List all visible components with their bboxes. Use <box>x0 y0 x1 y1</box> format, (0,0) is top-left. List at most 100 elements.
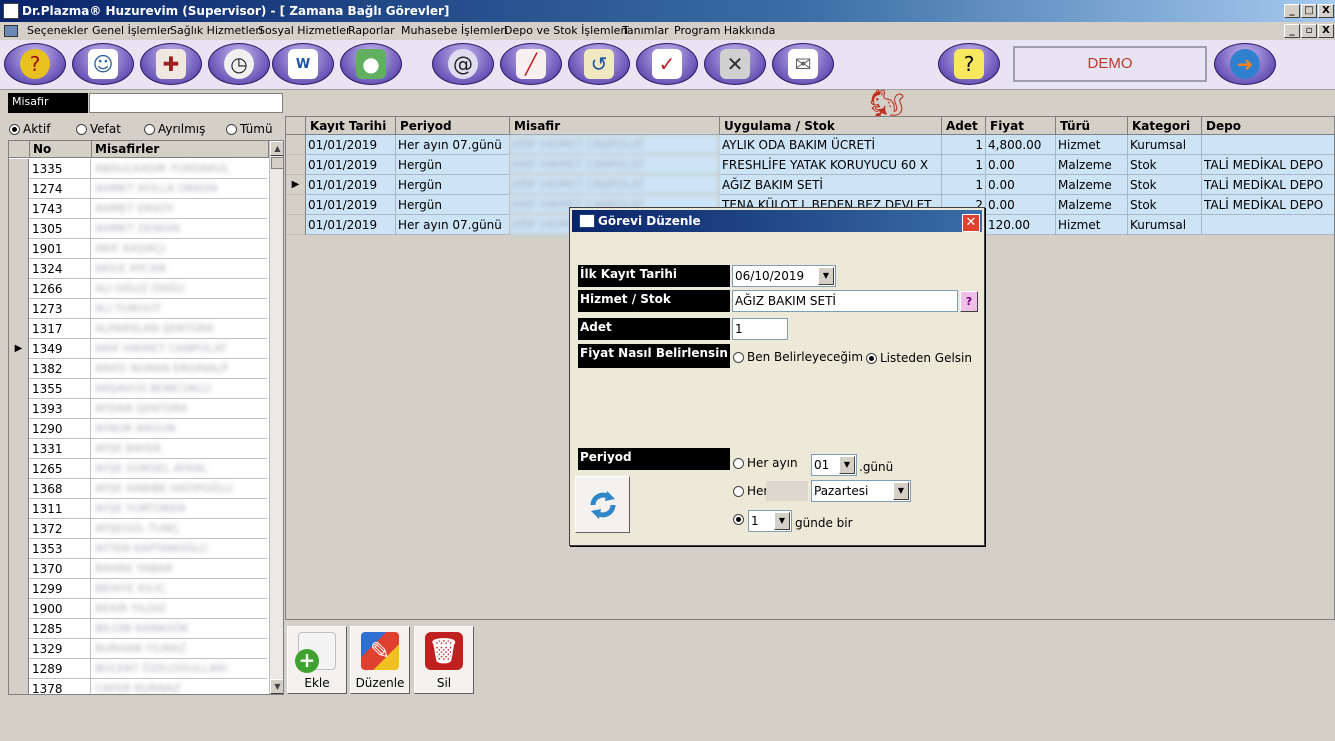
guest-row[interactable]: 1331 AYŞE BAYER <box>9 439 267 459</box>
item-field[interactable]: AĞIZ BAKIM SETİ <box>732 290 958 312</box>
menu-raporlar[interactable]: Raporlar <box>348 22 395 40</box>
chevron-down-icon[interactable]: ▼ <box>893 482 909 500</box>
guest-row[interactable]: 1273 ALI TURGUT <box>9 299 267 319</box>
doctors-button[interactable]: ☺ <box>72 43 134 85</box>
guest-row[interactable]: 1311 AYŞE YURTOREN <box>9 499 267 519</box>
column-header-turu[interactable]: Türü <box>1056 117 1128 135</box>
guest-row[interactable]: 1329 BURHAN YILMAZ <box>9 639 267 659</box>
filter-aktif[interactable]: Aktif <box>9 122 50 136</box>
price-option-manual[interactable]: Ben Belirleyeceğim <box>733 350 863 364</box>
menu-saglik-hizmetleri[interactable]: Sağlık Hizmetleri <box>170 22 263 40</box>
guest-row[interactable]: 1378 CAFER KURNAZ <box>9 679 267 694</box>
delete-button[interactable]: 🗑 Sil <box>414 626 474 694</box>
tools-button[interactable]: ✕ <box>704 43 766 85</box>
column-header-misafir[interactable]: Misafir <box>510 117 720 135</box>
guest-row[interactable]: 1382 ARIFE NURAN ERGINALP <box>9 359 267 379</box>
menu-muhasebe-islemleri[interactable]: Muhasebe İşlemleri <box>401 22 508 40</box>
help-head-button[interactable]: ? <box>4 43 66 85</box>
guest-row[interactable]: 1289 BÜLENT ÖZELOĞULLARI <box>9 659 267 679</box>
menu-depo-stok-islemleri[interactable]: Depo ve Stok İşlemleri <box>504 22 628 40</box>
period-interval-option[interactable] <box>733 514 744 525</box>
chevron-down-icon[interactable]: ▼ <box>774 512 790 530</box>
child-minimize-button[interactable]: _ <box>1284 24 1300 38</box>
chevron-down-icon[interactable]: ▼ <box>839 456 855 474</box>
maximize-button[interactable]: □ <box>1301 4 1317 18</box>
dialog-close-icon[interactable]: ✕ <box>962 214 980 232</box>
column-header-depo[interactable]: Depo <box>1202 117 1334 135</box>
clock-button[interactable]: ◷ <box>208 43 270 85</box>
medical-tools-button[interactable]: ✚ <box>140 43 202 85</box>
guest-row[interactable]: 1265 AYŞE GÜRSEL AYKAL <box>9 459 267 479</box>
guest-search-input[interactable] <box>89 93 283 113</box>
price-option-list[interactable]: Listeden Gelsin <box>866 351 972 365</box>
guest-row[interactable]: 1368 AYŞE HABIBE HATIPOĞLU <box>9 479 267 499</box>
clock-back-button[interactable]: ↺ <box>568 43 630 85</box>
refresh-button[interactable] <box>575 476 630 533</box>
guest-row[interactable]: 1900 BEKIR YILDIZ <box>9 599 267 619</box>
guest-row[interactable]: 1266 ALI OĞUZ DOĞU <box>9 279 267 299</box>
task-row[interactable]: ▶ 01/01/2019 Hergün ARIF HIKMET CANPOLAT AĞI… <box>286 175 1334 195</box>
column-header-uygulama-stok[interactable]: Uygulama / Stok <box>720 117 942 135</box>
column-header-kayit-tarihi[interactable]: Kayıt Tarihi <box>306 117 396 135</box>
guest-row[interactable]: 1370 BAHRE YABAR <box>9 559 267 579</box>
column-header-no[interactable]: No <box>30 141 92 158</box>
guest-row[interactable]: 1901 AKIF KAŞIKÇI <box>9 239 267 259</box>
child-close-button[interactable]: X <box>1318 24 1334 38</box>
guest-row[interactable]: 1290 AYNUR ARGUN <box>9 419 267 439</box>
column-header-kategori[interactable]: Kategori <box>1128 117 1202 135</box>
guest-row[interactable]: 1274 AHMET ATILLA ORKON <box>9 179 267 199</box>
close-button[interactable]: X <box>1318 4 1334 18</box>
guest-row[interactable]: 1324 AKILE AYCAN <box>9 259 267 279</box>
child-restore-button[interactable]: ▫ <box>1301 24 1317 38</box>
column-header-fiyat[interactable]: Fiyat <box>986 117 1056 135</box>
add-button[interactable]: + Ekle <box>287 626 347 694</box>
menu-program-hakkinda[interactable]: Program Hakkında <box>674 22 775 40</box>
guest-row[interactable]: 1353 AYTEN KAPTANOĞLU <box>9 539 267 559</box>
period-monthly-option[interactable]: Her ayın <box>733 456 798 470</box>
column-header-adet[interactable]: Adet <box>942 117 986 135</box>
spiral-button[interactable]: @ <box>432 43 494 85</box>
menu-sosyal-hizmetler[interactable]: Sosyal Hizmetler <box>258 22 351 40</box>
guest-row[interactable]: 1305 AHMET ZENGIN <box>9 219 267 239</box>
guest-scrollbar[interactable]: ▲ ▼ <box>269 141 283 694</box>
guest-row[interactable]: 1299 BEHIYE KILIÇ <box>9 579 267 599</box>
guest-row[interactable]: 1335 ABDULKADIR YURDAKUL <box>9 159 267 179</box>
filter-ayrilmis[interactable]: Ayrılmış <box>144 122 205 136</box>
help-note-button[interactable]: ? <box>938 43 1000 85</box>
guest-row[interactable]: 1355 ARŞAVUS BONCUKLU <box>9 379 267 399</box>
monthly-day-select[interactable]: 01 ▼ <box>811 454 857 476</box>
menu-secenekler[interactable]: Seçenekler <box>27 22 88 40</box>
guest-row[interactable]: 1317 ALPARSLAN ŞENTÜRK <box>9 319 267 339</box>
quantity-field[interactable]: 1 <box>732 318 788 340</box>
column-header-periyod[interactable]: Periyod <box>396 117 510 135</box>
mail-button[interactable]: ✉ <box>772 43 834 85</box>
guest-row[interactable]: 1285 BİLGİN KARAGÖK <box>9 619 267 639</box>
scroll-down-icon[interactable]: ▼ <box>270 679 283 694</box>
clipboard-button[interactable]: ✓ <box>636 43 698 85</box>
scroll-up-icon[interactable]: ▲ <box>270 141 283 156</box>
chevron-down-icon[interactable]: ▼ <box>818 267 834 285</box>
weekday-select[interactable]: Pazartesi ▼ <box>811 480 911 502</box>
item-lookup-button[interactable]: ? <box>960 291 978 312</box>
column-header-misafirler[interactable]: Misafirler <box>92 141 269 158</box>
task-row[interactable]: 01/01/2019 Hergün ARIF HIKMET CANPOLAT FRES… <box>286 155 1334 175</box>
pills-button[interactable]: ● <box>340 43 402 85</box>
start-date-picker[interactable]: 06/10/2019 ▼ <box>732 265 836 287</box>
guest-row[interactable]: ▶ 1349 ARIF HIKMET CANPOLAT <box>9 339 267 359</box>
minimize-button[interactable]: _ <box>1284 4 1300 18</box>
globe-exit-button[interactable]: ➜ <box>1214 43 1276 85</box>
scroll-thumb[interactable] <box>271 157 283 169</box>
syringe-button[interactable]: ╱ <box>500 43 562 85</box>
interval-select[interactable]: 1 ▼ <box>748 510 792 532</box>
edit-button[interactable]: ✎ Düzenle <box>350 626 410 694</box>
task-row[interactable]: 01/01/2019Her ayın 07.günüARIF HIKMET CA… <box>286 135 1334 155</box>
filter-tumu[interactable]: Tümü <box>226 122 273 136</box>
guest-row[interactable]: 1393 AYDAN ŞENTÜRK <box>9 399 267 419</box>
filter-vefat[interactable]: Vefat <box>76 122 121 136</box>
guest-row[interactable]: 1372 AYŞEGÜL TUNÇ <box>9 519 267 539</box>
menu-genel-islemler[interactable]: Genel İşlemler <box>92 22 171 40</box>
word-doc-button[interactable]: W <box>272 43 334 85</box>
guest-row[interactable]: 1743 AHMET ERSOY <box>9 199 267 219</box>
period-weekly-option[interactable]: Her <box>733 484 768 498</box>
menu-tanimlar[interactable]: Tanımlar <box>622 22 669 40</box>
